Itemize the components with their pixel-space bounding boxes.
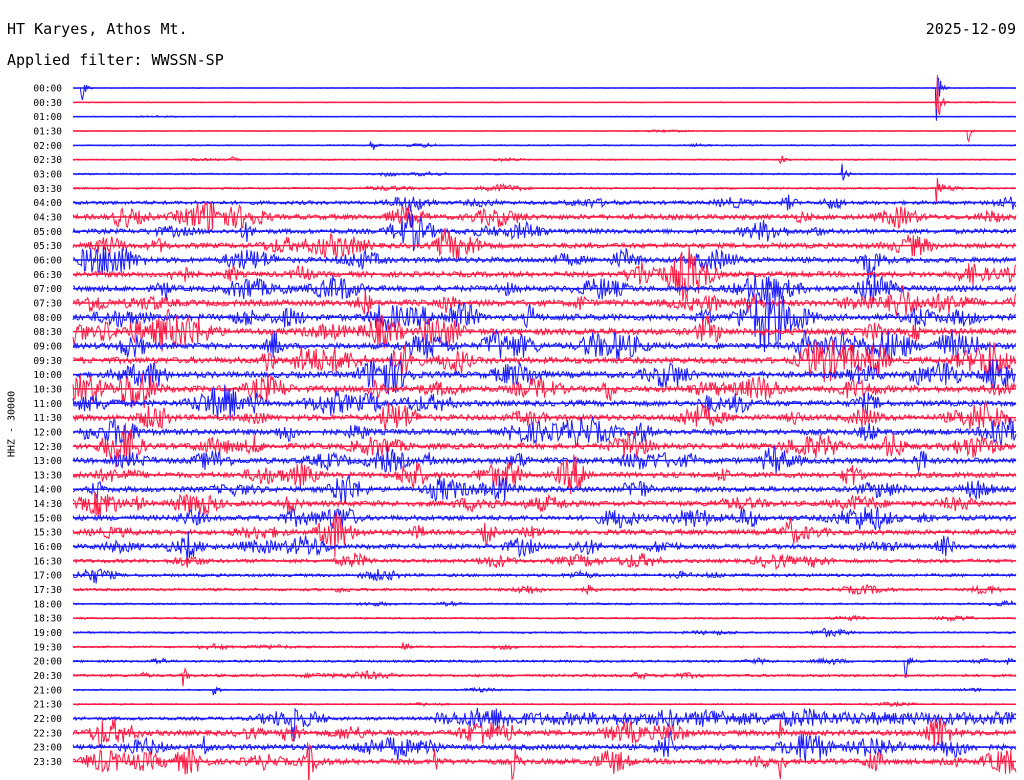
row-label: 13:30 [33, 470, 62, 481]
row-label: 15:30 [33, 528, 62, 539]
row-label: 21:30 [33, 700, 62, 711]
row-label: 11:00 [33, 399, 62, 410]
row-label: 14:30 [33, 499, 62, 510]
row-label: 21:00 [33, 685, 62, 696]
trace-row-00:30 [72, 74, 1017, 116]
row-label: 19:00 [33, 628, 62, 639]
row-label: 06:00 [33, 255, 62, 266]
trace-row-20:30 [72, 667, 1017, 687]
row-label: 09:00 [33, 341, 62, 352]
row-label: 18:30 [33, 614, 62, 625]
row-label: 13:00 [33, 456, 62, 467]
row-label: 11:30 [33, 413, 62, 424]
row-label: 19:30 [33, 642, 62, 653]
row-label: 18:00 [33, 599, 62, 610]
row-label: 10:00 [33, 370, 62, 381]
row-label: 06:30 [33, 270, 62, 281]
row-label: 07:30 [33, 298, 62, 309]
trace-row-03:30 [72, 177, 1017, 204]
row-label-layer: 00:00 00:30 01:00 01:30 02:00 02:30 03:00 03:30… [33, 84, 62, 769]
row-label: 02:30 [33, 155, 62, 166]
trace-row-06:30 [72, 245, 1017, 302]
row-label: 22:30 [33, 728, 62, 739]
trace-row-00:00 [72, 77, 1017, 121]
trace-row-16:00 [72, 531, 1017, 561]
row-label: 12:00 [33, 427, 62, 438]
trace-row-19:30 [72, 642, 1017, 651]
row-label: 03:00 [33, 169, 62, 180]
row-label: 17:30 [33, 585, 62, 596]
trace-row-17:00 [72, 568, 1017, 584]
row-label: 00:30 [33, 98, 62, 109]
row-label: 10:30 [33, 384, 62, 395]
trace-row-03:00 [72, 163, 1017, 181]
row-label: 17:00 [33, 571, 62, 582]
row-label: 03:30 [33, 184, 62, 195]
row-label: 08:30 [33, 327, 62, 338]
trace-row-05:30 [72, 227, 1017, 260]
row-label: 23:00 [33, 743, 62, 754]
row-label: 01:30 [33, 126, 62, 137]
row-label: 04:00 [33, 198, 62, 209]
row-label: 20:00 [33, 657, 62, 668]
row-label: 12:30 [33, 442, 62, 453]
row-label: 15:00 [33, 513, 62, 524]
row-label: 14:00 [33, 485, 62, 496]
row-label: 05:00 [33, 227, 62, 238]
trace-row-14:30 [72, 491, 1017, 518]
row-label: 09:30 [33, 356, 62, 367]
row-label: 04:30 [33, 212, 62, 223]
row-label: 07:00 [33, 284, 62, 295]
row-label: 20:30 [33, 671, 62, 682]
row-label: 00:00 [33, 84, 62, 95]
row-label: 23:30 [33, 757, 62, 768]
row-label: 05:30 [33, 241, 62, 252]
trace-row-09:30 [72, 340, 1017, 383]
row-label: 01:00 [33, 112, 62, 123]
trace-row-22:00 [72, 707, 1017, 742]
row-label: 16:30 [33, 556, 62, 567]
row-label: 02:00 [33, 141, 62, 152]
row-label: 16:00 [33, 542, 62, 553]
row-label: 08:00 [33, 313, 62, 324]
trace-row-21:00 [72, 686, 1017, 696]
helicorder-plot: 00:00 00:30 01:00 01:30 02:00 02:30 03:00 03:30… [33, 74, 1017, 780]
row-label: 22:00 [33, 714, 62, 725]
trace-layer [72, 74, 1017, 780]
